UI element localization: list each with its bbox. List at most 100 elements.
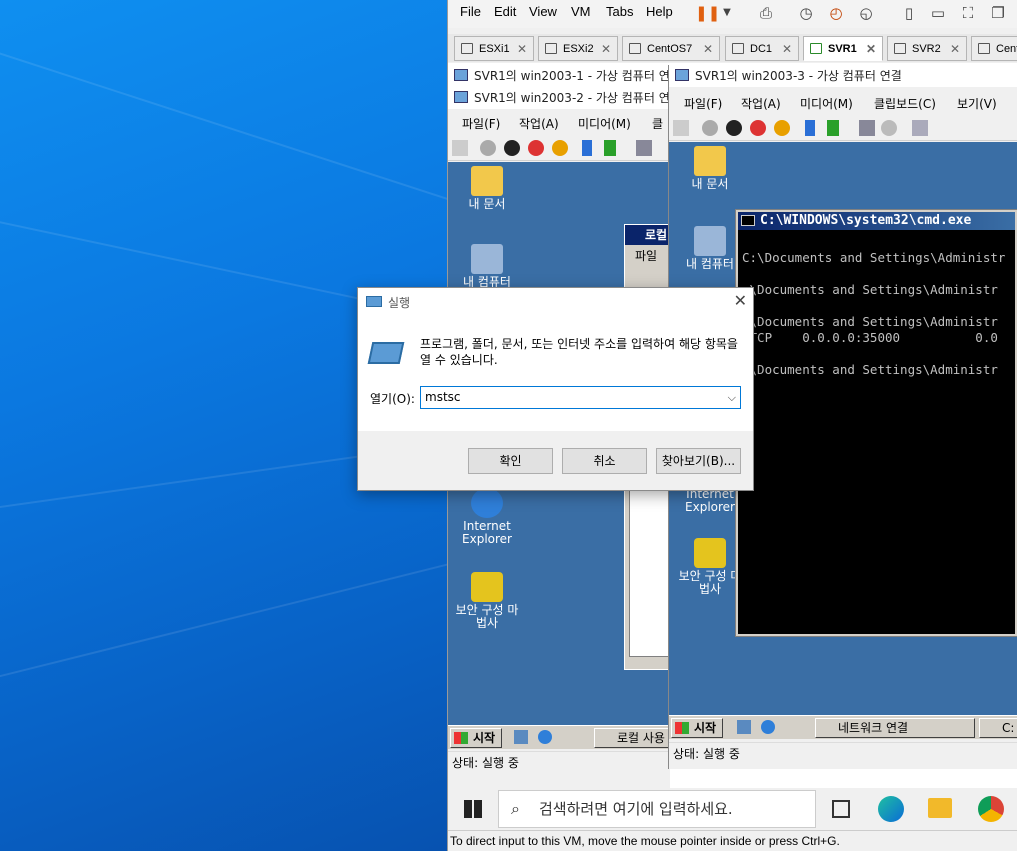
pause-icon[interactable] (582, 140, 592, 156)
show-desktop-icon[interactable] (737, 720, 751, 734)
stop-icon[interactable] (504, 140, 520, 156)
browse-button[interactable]: 찾아보기(B)... (656, 448, 741, 474)
hyperv-window-2-title[interactable]: SVR1의 win2003-2 - 가상 컴퓨터 연 (448, 87, 670, 109)
security-wizard-icon[interactable]: 보안 구성 마법사 (675, 538, 745, 596)
shutdown-icon[interactable] (528, 140, 544, 156)
fullscreen-icon[interactable]: ⛶ (958, 3, 978, 23)
stop-icon[interactable] (726, 120, 742, 136)
send-ctrl-alt-del-icon[interactable]: ⎙ (756, 3, 776, 23)
ctrl-alt-del-icon[interactable] (452, 140, 468, 156)
run-dialog[interactable]: 실행 ✕ 프로그램, 폴더, 문서, 또는 인터넷 주소를 입력하여 해당 항목… (357, 287, 754, 491)
tab-esxi1[interactable]: ESXi1 ✕ (454, 36, 534, 61)
revert-snapshot-icon[interactable]: ◴ (826, 3, 846, 23)
ie-quicklaunch-icon[interactable] (538, 730, 552, 744)
internet-explorer-icon[interactable]: Internet Explorer (452, 488, 522, 546)
enhanced-session-icon[interactable] (912, 120, 928, 136)
hyperv-window-3-menu: 파일(F) 작업(A) 미디어(M) 클립보드(C) 보기(V) (669, 92, 1017, 114)
hyperv-window-1[interactable]: SVR1의 win2003-1 - 가상 컴퓨터 연 (448, 65, 670, 89)
close-icon[interactable]: ✕ (703, 37, 713, 61)
power-icon[interactable] (702, 120, 718, 136)
windows-start-icon[interactable] (464, 800, 482, 818)
vm-icon (978, 43, 990, 54)
menu-file[interactable]: 파일(F) (462, 115, 500, 132)
cmd-title[interactable]: C:\WINDOWS\system32\cmd.exe (738, 212, 1015, 230)
tab-centos7[interactable]: CentOS7 ✕ (622, 36, 720, 61)
status-bar: 상태: 실행 중 (669, 742, 1017, 764)
tab-cent[interactable]: Cent (971, 36, 1017, 61)
thumbnail-icon[interactable]: ▭ (928, 3, 948, 23)
checkpoint-icon[interactable] (859, 120, 875, 136)
hyperv-window-2-menu: 파일(F) 작업(A) 미디어(M) 클립 (448, 112, 670, 148)
ok-button[interactable]: 확인 (468, 448, 553, 474)
close-icon[interactable]: ✕ (601, 37, 611, 61)
chrome-icon[interactable] (978, 796, 1004, 822)
ie-quicklaunch-icon[interactable] (761, 720, 775, 734)
resume-icon[interactable] (827, 120, 839, 136)
menu-file[interactable]: 파일(F) (684, 95, 722, 112)
tab-dc1[interactable]: DC1 ✕ (725, 36, 799, 61)
save-state-icon[interactable] (552, 140, 568, 156)
win10-search-box[interactable]: ⌕ 검색하려면 여기에 입력하세요. (498, 790, 816, 828)
cmd-line: TCP 0.0.0.0:35000 0.0 (742, 330, 998, 345)
hyperv-window-1-title[interactable]: SVR1의 win2003-1 - 가상 컴퓨터 연 (448, 65, 670, 87)
cmd-window[interactable]: C:\WINDOWS\system32\cmd.exe C:\Documents… (735, 209, 1017, 637)
pause-icon[interactable] (805, 120, 815, 136)
pause-icon[interactable]: ❚❚ (695, 3, 720, 23)
run-icon (366, 296, 382, 307)
ctrl-alt-del-icon[interactable] (673, 120, 689, 136)
resume-icon[interactable] (604, 140, 616, 156)
local-window-menu[interactable]: 파일 (635, 247, 657, 264)
status-bar: 상태: 실행 중 (448, 751, 670, 773)
menu-action[interactable]: 작업(A) (519, 115, 559, 132)
edge-icon[interactable] (878, 796, 904, 822)
menu-tabs[interactable]: Tabs (606, 4, 633, 19)
tab-svr1[interactable]: SVR1 ✕ (803, 36, 883, 61)
menu-help[interactable]: Help (646, 4, 673, 19)
taskbar-local-button[interactable]: 로컬 사용 (594, 728, 674, 748)
unity-icon[interactable]: ❐ (988, 3, 1008, 23)
my-computer-icon[interactable]: 내 컴퓨터 (452, 244, 522, 289)
taskbar-cmd-button[interactable]: C: (979, 718, 1017, 738)
menu-clipboard[interactable]: 클립보드(C) (874, 95, 936, 112)
taskbar-network-button[interactable]: 네트워크 연결 (815, 718, 975, 738)
open-input[interactable]: mstsc ⌵ (420, 386, 741, 409)
close-icon[interactable]: ✕ (734, 291, 747, 310)
menu-view[interactable]: View (529, 4, 557, 19)
menu-vm[interactable]: VM (571, 4, 591, 19)
my-documents-icon[interactable]: 내 문서 (675, 146, 745, 191)
chevron-down-icon[interactable]: ▼ (717, 3, 737, 23)
cancel-button[interactable]: 취소 (562, 448, 647, 474)
my-computer-icon[interactable]: 내 컴퓨터 (675, 226, 745, 271)
close-icon[interactable]: ✕ (782, 37, 792, 61)
close-icon[interactable]: ✕ (950, 37, 960, 61)
menu-view[interactable]: 보기(V) (957, 95, 997, 112)
snapshot-manager-icon[interactable]: ◵ (856, 3, 876, 23)
hyperv-window-3-title[interactable]: SVR1의 win2003-3 - 가상 컴퓨터 연결 (669, 65, 1017, 87)
file-explorer-icon[interactable] (928, 798, 952, 818)
start-button[interactable]: 시작 (450, 728, 502, 748)
menu-action[interactable]: 작업(A) (741, 95, 781, 112)
save-state-icon[interactable] (774, 120, 790, 136)
snapshot-icon[interactable]: ◷ (796, 3, 816, 23)
revert-icon[interactable] (881, 120, 897, 136)
monitor-icon (675, 69, 689, 81)
tab-svr2[interactable]: SVR2 ✕ (887, 36, 967, 61)
power-icon[interactable] (480, 140, 496, 156)
menu-media[interactable]: 미디어(M) (800, 95, 853, 112)
menu-media[interactable]: 미디어(M) (578, 115, 631, 132)
menu-file[interactable]: File (460, 4, 481, 19)
chevron-down-icon[interactable]: ⌵ (728, 387, 736, 408)
checkpoint-icon[interactable] (636, 140, 652, 156)
show-desktop-icon[interactable] (514, 730, 528, 744)
security-wizard-icon[interactable]: 보안 구성 마법사 (452, 572, 522, 630)
menu-edit[interactable]: Edit (494, 4, 516, 19)
start-button[interactable]: 시작 (671, 718, 723, 738)
tab-esxi2[interactable]: ESXi2 ✕ (538, 36, 618, 61)
monitor-icon (454, 69, 468, 81)
close-icon[interactable]: ✕ (866, 37, 876, 61)
sidebar-icon[interactable]: ▯ (899, 3, 919, 23)
shutdown-icon[interactable] (750, 120, 766, 136)
close-icon[interactable]: ✕ (517, 37, 527, 61)
my-documents-icon[interactable]: 내 문서 (452, 166, 522, 211)
task-view-icon[interactable] (832, 800, 850, 818)
